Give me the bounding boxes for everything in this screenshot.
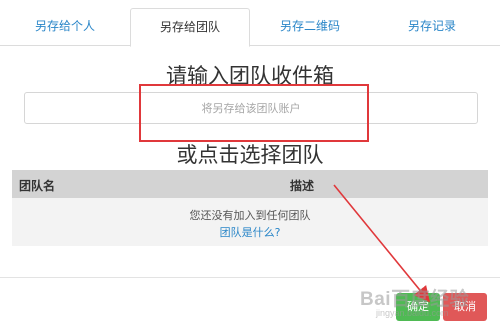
team-table-header: 团队名 描述: [12, 170, 488, 198]
what-is-team-link[interactable]: 团队是什么?: [12, 224, 488, 240]
tab-save-history[interactable]: 另存记录: [372, 8, 492, 45]
tab-save-to-person[interactable]: 另存给个人: [0, 8, 130, 45]
empty-message: 您还没有加入到任何团队: [189, 209, 311, 222]
tab-bar: 另存给个人 另存给团队 另存二维码 另存记录: [0, 8, 500, 47]
tab-save-to-team[interactable]: 另存给团队: [130, 8, 250, 47]
team-table-body: 您还没有加入到任何团队 团队是什么?: [12, 198, 488, 246]
tab-save-qrcode[interactable]: 另存二维码: [248, 8, 372, 45]
confirm-button[interactable]: 确定: [396, 293, 440, 321]
highlight-box: [139, 84, 369, 142]
cancel-button[interactable]: 取消: [443, 293, 487, 321]
footer-divider: [0, 277, 500, 278]
column-header-description: 描述: [290, 179, 315, 193]
column-header-team-name: 团队名: [19, 179, 56, 193]
choose-team-heading: 或点击选择团队: [176, 143, 324, 167]
